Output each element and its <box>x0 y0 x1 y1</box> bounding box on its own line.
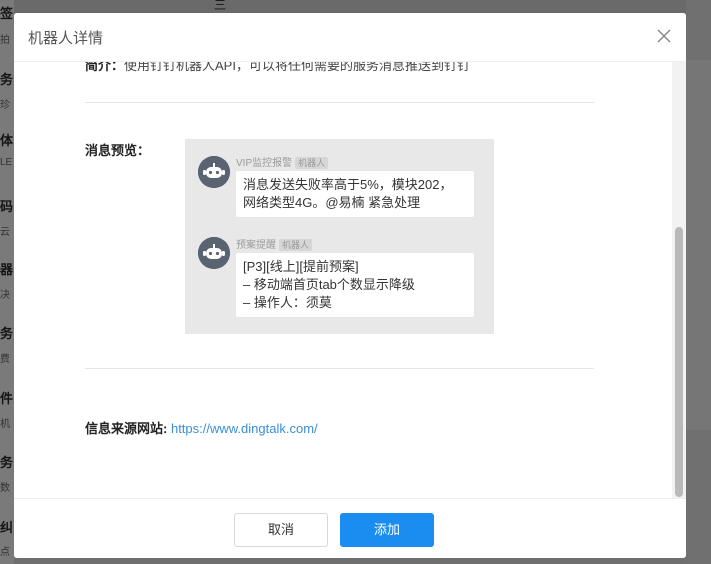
cancel-button[interactable]: 取消 <box>234 513 328 547</box>
bg-sidebar-title: 码 <box>0 199 14 214</box>
scrollbar[interactable] <box>672 62 686 498</box>
source-link[interactable]: https://www.dingtalk.com/ <box>171 421 318 436</box>
close-icon[interactable] <box>656 28 672 44</box>
message-bubble: [P3][线上][提前预案] – 移动端首页tab个数显示降级 – 操作人：须莫 <box>236 253 474 317</box>
bg-sidebar-sub: 决 <box>0 290 10 301</box>
robot-name: VIP监控报警 机器人 <box>236 154 329 169</box>
bg-sidebar-title: 体 <box>0 133 14 148</box>
robot-avatar-icon <box>198 156 230 188</box>
divider <box>85 368 594 369</box>
source-label: 信息来源网站: <box>85 421 168 436</box>
bg-sidebar-title: 务 <box>0 72 14 87</box>
bg-content-panel <box>686 60 711 430</box>
bg-sidebar-sub: 点 <box>0 547 10 558</box>
message-preview: VIP监控报警 机器人 消息发送失败率高于5%，模块202， 网络类型4G。@易楠… <box>185 139 494 334</box>
bg-sidebar-sub: LE <box>0 157 13 168</box>
source-row: 信息来源网站: https://www.dingtalk.com/ <box>85 418 318 437</box>
robot-avatar-icon <box>198 237 230 269</box>
bg-sidebar-sub: 数 <box>0 483 10 494</box>
bg-sidebar-title: 务 <box>0 455 14 470</box>
preview-label: 消息预览： <box>85 143 151 158</box>
intro-row: 简介：使用钉钉机器人API，可以将任何需要的服务消息推送到钉钉 <box>85 62 470 74</box>
dialog-body: 简介：使用钉钉机器人API，可以将任何需要的服务消息推送到钉钉 消息预览： VI… <box>14 62 686 498</box>
message-line: – 操作人：须莫 <box>243 295 332 310</box>
bg-sidebar-sub: 费 <box>0 354 10 365</box>
bg-sidebar-sub: 珍 <box>0 100 10 111</box>
bg-sidebar-title: 器 <box>0 262 14 277</box>
scrollbar-thumb[interactable] <box>675 227 683 497</box>
robot-detail-dialog: 机器人详情 简介：使用钉钉机器人API，可以将任何需要的服务消息推送到钉钉 消息… <box>14 13 686 558</box>
bg-sidebar-title: 务 <box>0 326 14 341</box>
intro-text: 使用钉钉机器人API，可以将任何需要的服务消息推送到钉钉 <box>124 62 470 73</box>
background-sidebar: 签 拍 务 珍 体 LE 码 云 器 决 务 费 件 机 务 数 纠 点 <box>0 0 14 564</box>
bg-sidebar-sub: 云 <box>0 227 10 238</box>
robot-name-text: VIP监控报警 <box>236 158 293 169</box>
add-button[interactable]: 添加 <box>340 513 434 547</box>
message-line: – 移动端首页tab个数显示降级 <box>243 277 415 292</box>
watermark: CSDN @Mrxiaohuang <box>503 534 677 553</box>
message-line: 消息发送失败率高于5%，模块202， <box>243 177 453 192</box>
background-header: 三 <box>14 0 711 14</box>
dialog-title: 机器人详情 <box>28 29 104 47</box>
bg-header-text: 三 <box>214 0 227 12</box>
robot-tag: 机器人 <box>279 239 313 251</box>
dialog-header: 机器人详情 <box>14 13 686 62</box>
bg-sidebar-title: 纠 <box>0 520 14 535</box>
message-bubble: 消息发送失败率高于5%，模块202， 网络类型4G。@易楠 紧急处理 <box>236 171 474 217</box>
background-content <box>686 0 711 564</box>
divider <box>85 102 594 103</box>
bg-sidebar-sub: 拍 <box>0 35 10 46</box>
message-line: 网络类型4G。@易楠 紧急处理 <box>243 195 421 210</box>
bg-sidebar-title: 件 <box>0 391 14 406</box>
bg-sidebar-sub: 机 <box>0 419 10 430</box>
bg-sidebar-title: 签 <box>0 6 14 21</box>
intro-label: 简介： <box>85 62 125 73</box>
message-line: [P3][线上][提前预案] <box>243 259 359 274</box>
robot-name-text: 预案提醒 <box>236 240 276 251</box>
robot-name: 预案提醒 机器人 <box>236 236 313 251</box>
robot-tag: 机器人 <box>295 157 329 169</box>
